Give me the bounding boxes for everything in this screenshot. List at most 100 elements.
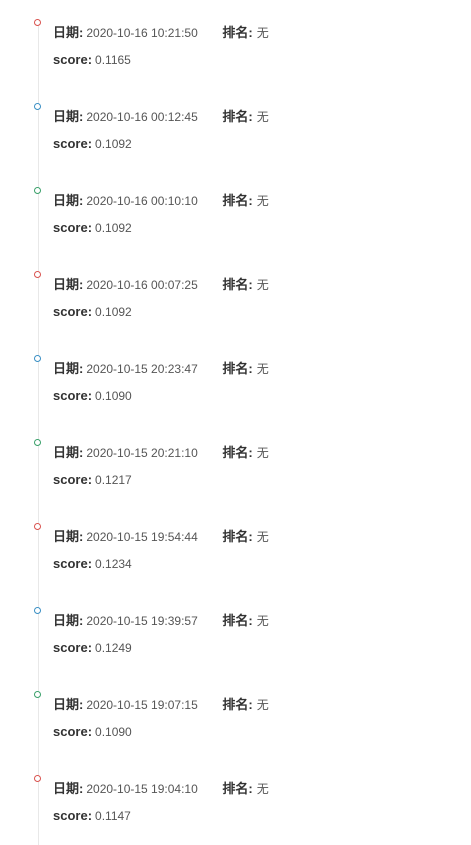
date-label: 日期: — [53, 193, 84, 208]
entry-score-row: score: 0.1234 — [53, 555, 132, 573]
timeline-dot-icon — [34, 775, 41, 782]
rank-label: 排名: — [222, 109, 253, 124]
score-label: score: — [53, 304, 93, 319]
timeline-dot-icon — [34, 355, 41, 362]
entry-score-row: score: 0.1090 — [53, 387, 132, 405]
rank-label: 排名: — [222, 193, 253, 208]
rank-value: 无 — [256, 698, 269, 712]
date-label: 日期: — [53, 445, 84, 460]
date-label: 日期: — [53, 109, 84, 124]
timeline-dot-icon — [34, 271, 41, 278]
score-label: score: — [53, 808, 93, 823]
score-value: 0.1090 — [95, 725, 132, 739]
timeline-entry: 日期: 2020-10-16 00:12:45 排名: 无 score: 0.1092 — [0, 84, 471, 168]
timeline-dot-icon — [34, 103, 41, 110]
timeline-entry: 日期: 2020-10-15 20:23:47 排名: 无 score: 0.1090 — [0, 336, 471, 420]
date-value: 2020-10-15 19:39:57 — [86, 614, 198, 628]
entry-score-row: score: 0.1147 — [53, 807, 131, 825]
entry-date-rank-row: 日期: 2020-10-15 19:39:57 排名: 无 — [53, 612, 269, 630]
entry-score-row: score: 0.1092 — [53, 303, 132, 321]
timeline-entry: 日期: 2020-10-16 00:07:25 排名: 无 score: 0.1092 — [0, 252, 471, 336]
rank-label: 排名: — [222, 529, 253, 544]
entry-date-rank-row: 日期: 2020-10-15 19:04:10 排名: 无 — [53, 780, 269, 798]
score-value: 0.1092 — [95, 221, 132, 235]
score-value: 0.1092 — [95, 137, 132, 151]
score-value: 0.1147 — [95, 809, 131, 823]
date-label: 日期: — [53, 25, 84, 40]
entry-score-row: score: 0.1165 — [53, 51, 131, 69]
score-value: 0.1165 — [95, 53, 131, 67]
score-label: score: — [53, 52, 93, 67]
entry-date-rank-row: 日期: 2020-10-15 20:23:47 排名: 无 — [53, 360, 269, 378]
rank-value: 无 — [256, 614, 269, 628]
score-label: score: — [53, 556, 93, 571]
date-label: 日期: — [53, 697, 84, 712]
timeline-dot-icon — [34, 607, 41, 614]
entry-date-rank-row: 日期: 2020-10-16 00:07:25 排名: 无 — [53, 276, 269, 294]
date-value: 2020-10-16 10:21:50 — [86, 26, 198, 40]
timeline-entry: 日期: 2020-10-15 19:07:15 排名: 无 score: 0.1090 — [0, 672, 471, 756]
date-value: 2020-10-15 19:54:44 — [86, 530, 198, 544]
rank-value: 无 — [256, 194, 269, 208]
date-value: 2020-10-15 20:21:10 — [86, 446, 198, 460]
rank-value: 无 — [256, 110, 269, 124]
date-label: 日期: — [53, 529, 84, 544]
rank-value: 无 — [256, 278, 269, 292]
rank-value: 无 — [256, 782, 269, 796]
timeline-entry: 日期: 2020-10-16 00:10:10 排名: 无 score: 0.1092 — [0, 168, 471, 252]
date-label: 日期: — [53, 277, 84, 292]
rank-label: 排名: — [222, 25, 253, 40]
date-label: 日期: — [53, 613, 84, 628]
date-label: 日期: — [53, 781, 84, 796]
rank-label: 排名: — [222, 613, 253, 628]
score-value: 0.1234 — [95, 557, 132, 571]
score-label: score: — [53, 388, 93, 403]
timeline-dot-icon — [34, 523, 41, 530]
score-value: 0.1092 — [95, 305, 132, 319]
date-value: 2020-10-15 19:04:10 — [86, 782, 198, 796]
rank-label: 排名: — [222, 781, 253, 796]
entry-score-row: score: 0.1249 — [53, 639, 132, 657]
timeline-dot-icon — [34, 691, 41, 698]
date-value: 2020-10-16 00:07:25 — [86, 278, 198, 292]
rank-label: 排名: — [222, 445, 253, 460]
timeline-dot-icon — [34, 439, 41, 446]
submission-timeline: 日期: 2020-10-16 10:21:50 排名: 无 score: 0.1165 … — [0, 0, 471, 845]
entry-date-rank-row: 日期: 2020-10-16 00:10:10 排名: 无 — [53, 192, 269, 210]
entry-score-row: score: 0.1090 — [53, 723, 132, 741]
rank-label: 排名: — [222, 277, 253, 292]
rank-value: 无 — [256, 530, 269, 544]
timeline-dot-icon — [34, 19, 41, 26]
score-label: score: — [53, 136, 93, 151]
timeline-entry: 日期: 2020-10-16 10:21:50 排名: 无 score: 0.1165 — [0, 0, 471, 84]
entry-date-rank-row: 日期: 2020-10-15 20:21:10 排名: 无 — [53, 444, 269, 462]
rank-value: 无 — [256, 26, 269, 40]
date-value: 2020-10-16 00:10:10 — [86, 194, 198, 208]
score-label: score: — [53, 640, 93, 655]
rank-label: 排名: — [222, 361, 253, 376]
score-value: 0.1090 — [95, 389, 132, 403]
date-value: 2020-10-15 19:07:15 — [86, 698, 198, 712]
entry-date-rank-row: 日期: 2020-10-15 19:54:44 排名: 无 — [53, 528, 269, 546]
timeline-entry: 日期: 2020-10-15 19:54:44 排名: 无 score: 0.1234 — [0, 504, 471, 588]
entry-date-rank-row: 日期: 2020-10-16 10:21:50 排名: 无 — [53, 24, 269, 42]
score-value: 0.1217 — [95, 473, 132, 487]
score-value: 0.1249 — [95, 641, 132, 655]
entry-date-rank-row: 日期: 2020-10-15 19:07:15 排名: 无 — [53, 696, 269, 714]
timeline-dot-icon — [34, 187, 41, 194]
date-value: 2020-10-15 20:23:47 — [86, 362, 198, 376]
timeline-entry: 日期: 2020-10-15 19:39:57 排名: 无 score: 0.1249 — [0, 588, 471, 672]
date-value: 2020-10-16 00:12:45 — [86, 110, 198, 124]
entry-date-rank-row: 日期: 2020-10-16 00:12:45 排名: 无 — [53, 108, 269, 126]
score-label: score: — [53, 724, 93, 739]
score-label: score: — [53, 220, 93, 235]
score-label: score: — [53, 472, 93, 487]
entry-score-row: score: 0.1092 — [53, 135, 132, 153]
timeline-entry: 日期: 2020-10-15 20:21:10 排名: 无 score: 0.1217 — [0, 420, 471, 504]
timeline-entry: 日期: 2020-10-15 19:04:10 排名: 无 score: 0.1147 — [0, 756, 471, 840]
rank-value: 无 — [256, 362, 269, 376]
entry-score-row: score: 0.1092 — [53, 219, 132, 237]
entry-score-row: score: 0.1217 — [53, 471, 132, 489]
rank-value: 无 — [256, 446, 269, 460]
date-label: 日期: — [53, 361, 84, 376]
